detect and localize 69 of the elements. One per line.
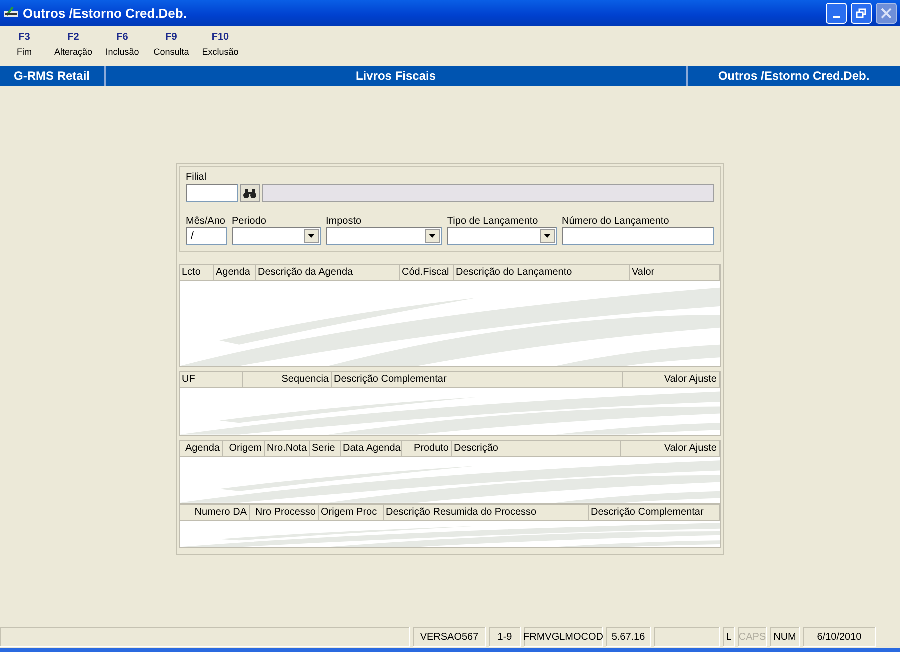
data-grid[interactable]: Agenda Origem Nro.Nota Serie Data Agenda Produto Descrição Valor Ajuste — [179, 440, 721, 504]
input-field[interactable] — [562, 227, 714, 245]
data-grid[interactable]: Numero DA Nro Processo Origem Proc Descrição Resumida do Processo Descrição Complementar — [179, 504, 721, 548]
field-label: Filial — [186, 172, 208, 183]
toolbar-button[interactable]: F9 Consulta — [147, 26, 196, 66]
toolbar-button[interactable]: F3 Fim — [0, 26, 49, 66]
status-panel: 1-9 — [489, 627, 521, 647]
toolbar-button[interactable]: F10 Exclusão — [196, 26, 245, 66]
binoculars-icon — [243, 188, 257, 198]
column-header[interactable]: Descrição Resumida do Processo — [384, 504, 589, 520]
field-label: Número do Lançamento — [562, 216, 670, 227]
column-header[interactable]: Produto — [402, 440, 452, 456]
column-header[interactable]: Numero DA — [180, 504, 250, 520]
column-header[interactable]: Descrição Complementar — [589, 504, 720, 520]
column-header[interactable]: Sequencia — [243, 372, 332, 388]
input-field[interactable]: / — [186, 227, 227, 245]
column-header[interactable]: Nro Processo — [250, 504, 319, 520]
toolbar-button[interactable]: F6 Inclusão — [98, 26, 147, 66]
dropdown[interactable] — [447, 227, 557, 245]
minimize-button[interactable] — [826, 2, 847, 24]
status-panel: VERSAO567 — [413, 627, 486, 647]
toolbar-button[interactable]: F2 Alteração — [49, 26, 98, 66]
column-header[interactable]: Origem Proc — [319, 504, 384, 520]
column-header[interactable]: UF — [180, 372, 243, 388]
header-title: G-RMS Retail — [14, 69, 90, 83]
status-panel — [654, 627, 720, 647]
minimize-icon — [833, 16, 840, 18]
column-header[interactable]: Descrição da Agenda — [256, 265, 400, 280]
field-label: Periodo — [232, 216, 268, 227]
field-label: Imposto — [326, 216, 363, 227]
status-panel: 6/10/2010 — [803, 627, 876, 647]
status-panel: NUM — [770, 627, 800, 647]
restore-button[interactable] — [851, 2, 872, 24]
field-label: Mês/Ano — [186, 216, 226, 227]
data-grid[interactable]: Lcto Agenda Descrição da Agenda Cód.Fiscal Descrição do Lançamento Valor — [179, 264, 721, 368]
status-panel: CAPS — [738, 627, 767, 647]
header-title: Outros /Estorno Cred.Deb. — [718, 69, 870, 83]
column-header[interactable]: Valor Ajuste — [621, 440, 720, 456]
data-grid[interactable]: UF Sequencia Descrição Complementar Valor Ajuste — [179, 371, 721, 436]
restore-icon — [856, 8, 867, 18]
find-button[interactable] — [240, 184, 260, 202]
caret-icon — [429, 234, 436, 238]
header-title: Livros Fiscais — [356, 69, 436, 83]
app-icon — [3, 6, 19, 20]
window-title: Outros /Estorno Cred.Deb. — [23, 6, 188, 20]
column-header[interactable]: Valor — [630, 265, 720, 280]
filial-field[interactable] — [186, 184, 238, 202]
column-header[interactable]: Lcto — [180, 265, 214, 280]
dropdown[interactable] — [232, 227, 322, 245]
column-header[interactable]: Descrição do Lançamento — [454, 265, 630, 280]
column-header[interactable]: Nro.Nota — [265, 440, 310, 456]
column-header[interactable]: Descrição — [452, 440, 621, 456]
column-header[interactable]: Valor Ajuste — [623, 372, 720, 388]
field-label: Tipo de Lançamento — [447, 216, 540, 227]
column-header[interactable]: Descrição Complementar — [332, 372, 623, 388]
column-header[interactable]: Agenda — [214, 265, 256, 280]
status-panel: 5.67.16 — [606, 627, 651, 647]
column-header[interactable]: Serie — [310, 440, 341, 456]
column-header[interactable]: Cód.Fiscal — [400, 265, 454, 280]
status-panel: L — [723, 627, 735, 647]
column-header[interactable]: Agenda — [180, 440, 223, 456]
close-button[interactable] — [876, 2, 897, 24]
column-header[interactable]: Origem — [223, 440, 265, 456]
caret-icon — [544, 234, 551, 238]
dropdown[interactable] — [326, 227, 442, 245]
status-panel: FRMVGLMOCOD — [524, 627, 603, 647]
column-header[interactable]: Data Agenda — [341, 440, 402, 456]
caret-icon — [308, 234, 316, 238]
close-icon — [881, 8, 892, 18]
